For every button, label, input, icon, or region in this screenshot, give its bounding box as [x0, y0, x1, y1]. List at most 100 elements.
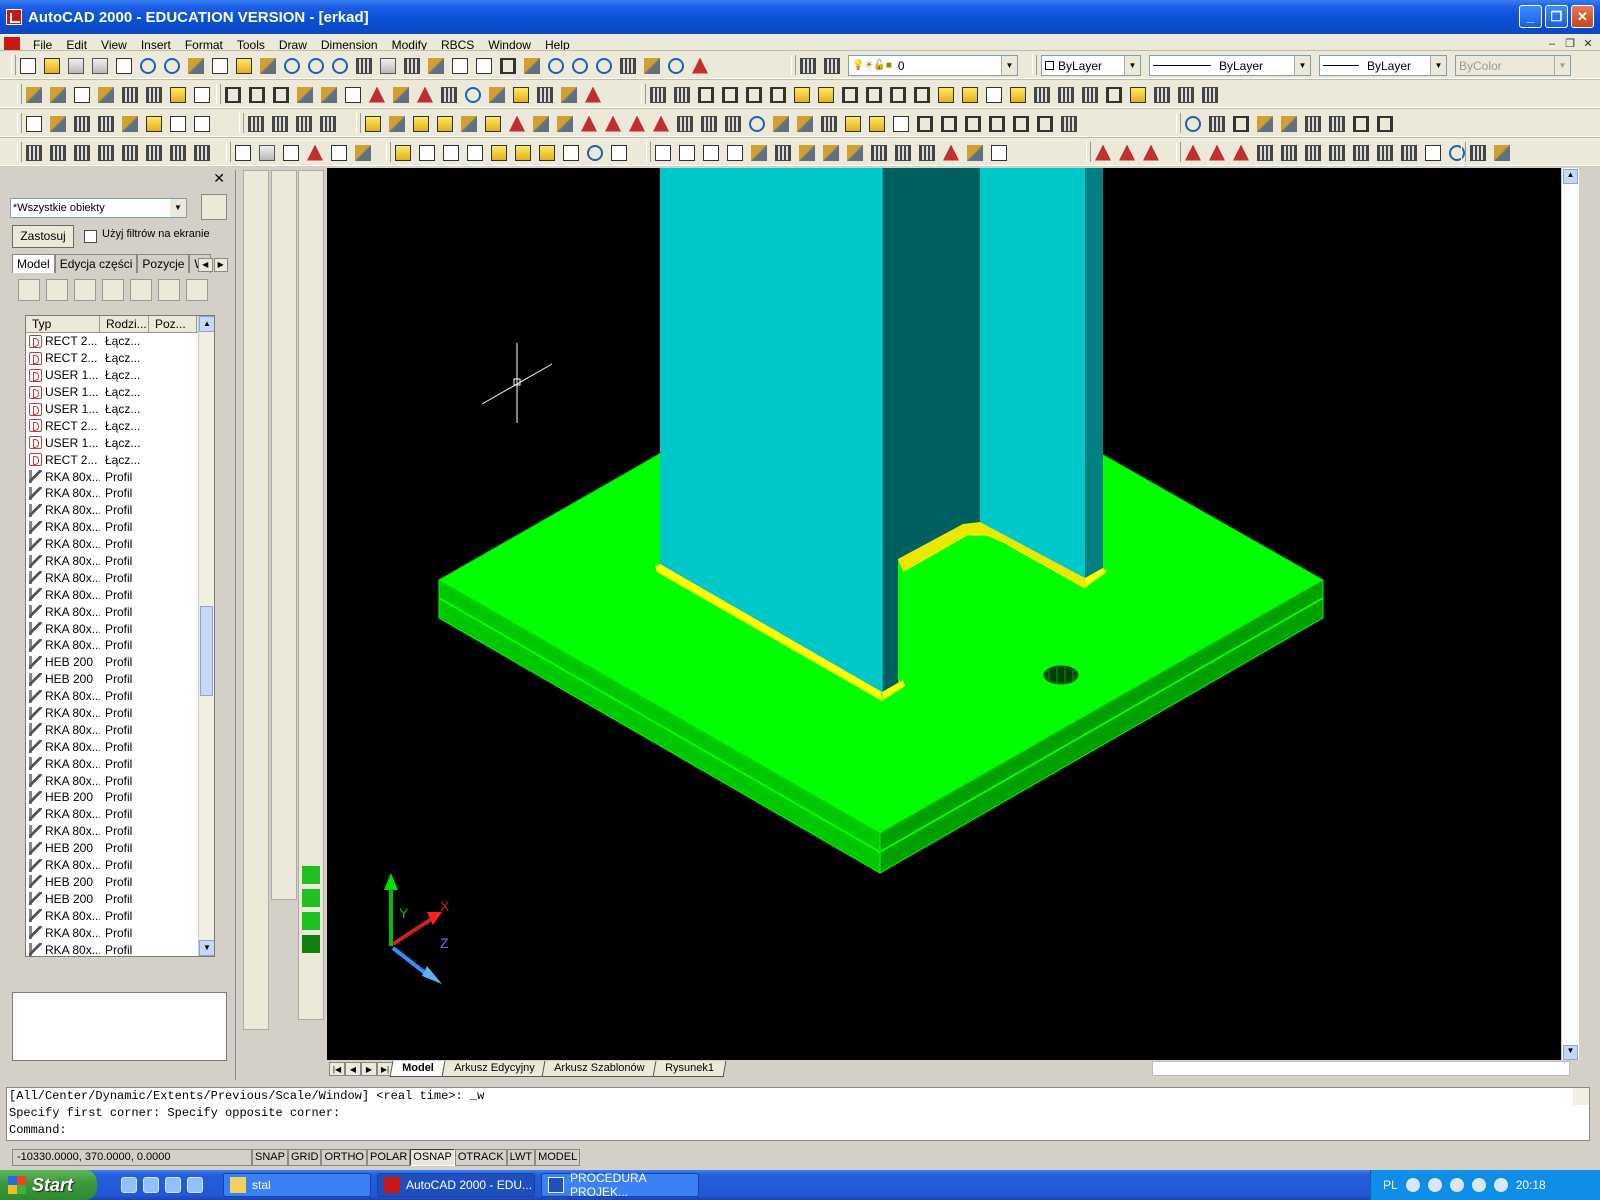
- explode-icon[interactable]: [302, 774, 320, 792]
- lineweight-select[interactable]: ByLayer ▼: [1319, 55, 1447, 76]
- tool-icon[interactable]: [797, 115, 813, 132]
- ie-icon[interactable]: [165, 1177, 181, 1193]
- tool-icon[interactable]: [302, 429, 320, 447]
- tool-icon[interactable]: [485, 115, 501, 132]
- tool-icon[interactable]: [275, 774, 293, 792]
- tool-icon[interactable]: [1185, 144, 1201, 161]
- profile-icon[interactable]: [273, 86, 289, 103]
- lwt-toggle[interactable]: LWT: [506, 1148, 536, 1166]
- tool-icon[interactable]: [467, 144, 483, 161]
- tool-icon[interactable]: [50, 144, 66, 161]
- ortho-toggle[interactable]: ORTHO: [321, 1148, 367, 1166]
- trim-icon[interactable]: [302, 659, 320, 677]
- restore-button[interactable]: ❐: [1545, 5, 1568, 28]
- list-item[interactable]: RKA 80x... Profil: [26, 721, 214, 738]
- tool-icon[interactable]: [395, 144, 411, 161]
- tool-icon[interactable]: [302, 337, 320, 355]
- grid-toggle[interactable]: GRID: [287, 1148, 322, 1166]
- tool-icon[interactable]: [302, 268, 320, 286]
- tool-icon[interactable]: [275, 751, 293, 769]
- column-header-kind[interactable]: Rodzi...: [100, 316, 149, 332]
- qdim-icon[interactable]: [247, 774, 265, 792]
- tool-icon[interactable]: [650, 86, 666, 103]
- tool-icon[interactable]: [74, 86, 90, 103]
- tool-icon[interactable]: [677, 115, 693, 132]
- ordinate-icon[interactable]: [247, 636, 265, 654]
- list-item[interactable]: RKA 80x... Profil: [26, 536, 214, 553]
- tool-icon[interactable]: [489, 86, 505, 103]
- prev-tab-icon[interactable]: ◀: [345, 1061, 361, 1076]
- tool-icon[interactable]: [1401, 144, 1417, 161]
- named-views-icon[interactable]: [452, 57, 468, 74]
- close-icon[interactable]: ✕: [213, 170, 225, 187]
- dimedit-icon[interactable]: [247, 866, 265, 884]
- tool-icon[interactable]: [1154, 86, 1170, 103]
- minimize-button[interactable]: _: [1519, 5, 1542, 28]
- tool-icon[interactable]: [794, 86, 810, 103]
- volume-icon[interactable]: [1493, 1178, 1508, 1192]
- tool-icon[interactable]: [302, 314, 320, 332]
- tool-icon[interactable]: [1119, 144, 1135, 161]
- list-item[interactable]: RKA 80x... Profil: [26, 485, 214, 502]
- xline-icon[interactable]: [247, 199, 265, 217]
- tool-icon[interactable]: [307, 144, 323, 161]
- zoom-previous-icon[interactable]: [596, 57, 612, 74]
- tool-icon[interactable]: [799, 144, 815, 161]
- object-filter-select[interactable]: *Wszystkie obiekty ▼: [10, 198, 187, 218]
- profile-icon[interactable]: [249, 86, 265, 103]
- list-item[interactable]: HEB 200 Profil: [26, 890, 214, 907]
- redraw-icon[interactable]: [428, 57, 444, 74]
- dimstyle-icon[interactable]: [247, 912, 265, 930]
- tool-icon[interactable]: [1010, 86, 1026, 103]
- list-item[interactable]: RKA 80x... Profil: [26, 924, 214, 941]
- tool-icon[interactable]: [283, 144, 299, 161]
- tool-icon[interactable]: [259, 144, 275, 161]
- radius-icon[interactable]: [247, 659, 265, 677]
- tool-icon[interactable]: [611, 144, 627, 161]
- tool-icon[interactable]: [722, 86, 738, 103]
- layout-tab-model[interactable]: Model: [389, 1060, 447, 1077]
- mirror-icon[interactable]: [302, 498, 320, 516]
- tool-icon[interactable]: [122, 144, 138, 161]
- shade-flat-icon[interactable]: [302, 912, 320, 930]
- tool-icon[interactable]: [1061, 115, 1077, 132]
- tool-icon[interactable]: [1209, 144, 1225, 161]
- tool-icon[interactable]: [1095, 144, 1111, 161]
- polar-toggle[interactable]: POLAR: [367, 1148, 411, 1166]
- tool-icon[interactable]: [1185, 115, 1201, 132]
- properties-icon[interactable]: [620, 57, 636, 74]
- browse-web-icon[interactable]: [332, 57, 348, 74]
- tool-icon[interactable]: [1281, 144, 1297, 161]
- otrack-toggle[interactable]: OTRACK: [454, 1148, 507, 1166]
- tool-icon[interactable]: [275, 222, 293, 240]
- task-stal[interactable]: stal: [223, 1173, 371, 1197]
- tool-icon[interactable]: [275, 291, 293, 309]
- list-item[interactable]: RKA 80x... Profil: [26, 519, 214, 536]
- command-scrollbar[interactable]: [1573, 1088, 1589, 1105]
- security-icon[interactable]: [1471, 1178, 1486, 1192]
- tool-icon[interactable]: [938, 86, 954, 103]
- tool-icon[interactable]: [914, 86, 930, 103]
- tool-icon[interactable]: [302, 797, 320, 815]
- extend-icon[interactable]: [302, 682, 320, 700]
- list-item[interactable]: RECT 2... Łącz...: [26, 451, 214, 468]
- tool-icon[interactable]: [539, 144, 555, 161]
- tool-icon[interactable]: [1425, 144, 1441, 161]
- list-item[interactable]: RKA 80x... Profil: [26, 603, 214, 620]
- column-header-position[interactable]: Poz...: [149, 316, 197, 332]
- tool-icon[interactable]: [991, 144, 1007, 161]
- tool-icon[interactable]: [275, 314, 293, 332]
- tool-icon[interactable]: [146, 86, 162, 103]
- column-header-type[interactable]: Typ: [26, 316, 100, 332]
- tool-icon[interactable]: [515, 144, 531, 161]
- edit-icon[interactable]: [247, 521, 265, 539]
- apply-button[interactable]: Zastosuj: [12, 225, 74, 248]
- list-item[interactable]: RECT 2... Łącz...: [26, 333, 214, 350]
- mtext-icon[interactable]: [247, 498, 265, 516]
- tool-icon[interactable]: [1281, 115, 1297, 132]
- 3d-orbit-icon[interactable]: [500, 57, 516, 74]
- tool-icon[interactable]: [749, 115, 765, 132]
- tool-icon[interactable]: [1257, 144, 1273, 161]
- chevron-down-icon[interactable]: ▼: [170, 199, 186, 217]
- sphere-icon[interactable]: [275, 682, 293, 700]
